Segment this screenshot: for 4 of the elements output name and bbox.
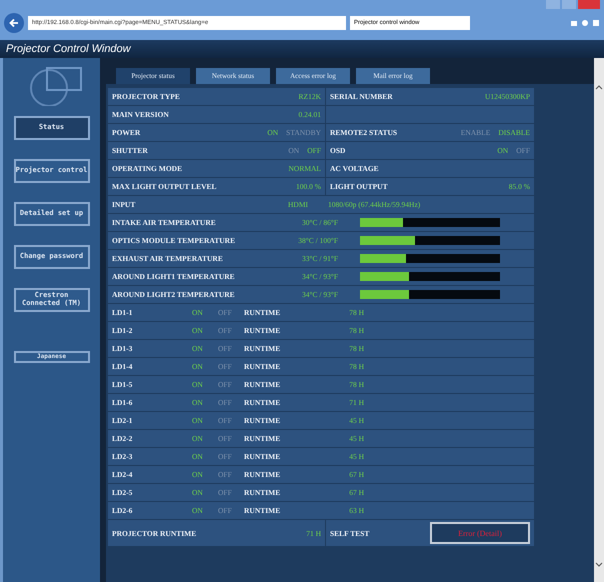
back-icon[interactable] xyxy=(4,13,24,33)
scroll-down-icon[interactable] xyxy=(595,562,603,568)
scroll-up-icon[interactable] xyxy=(595,84,603,90)
window-title: Projector Control Window xyxy=(6,43,131,55)
